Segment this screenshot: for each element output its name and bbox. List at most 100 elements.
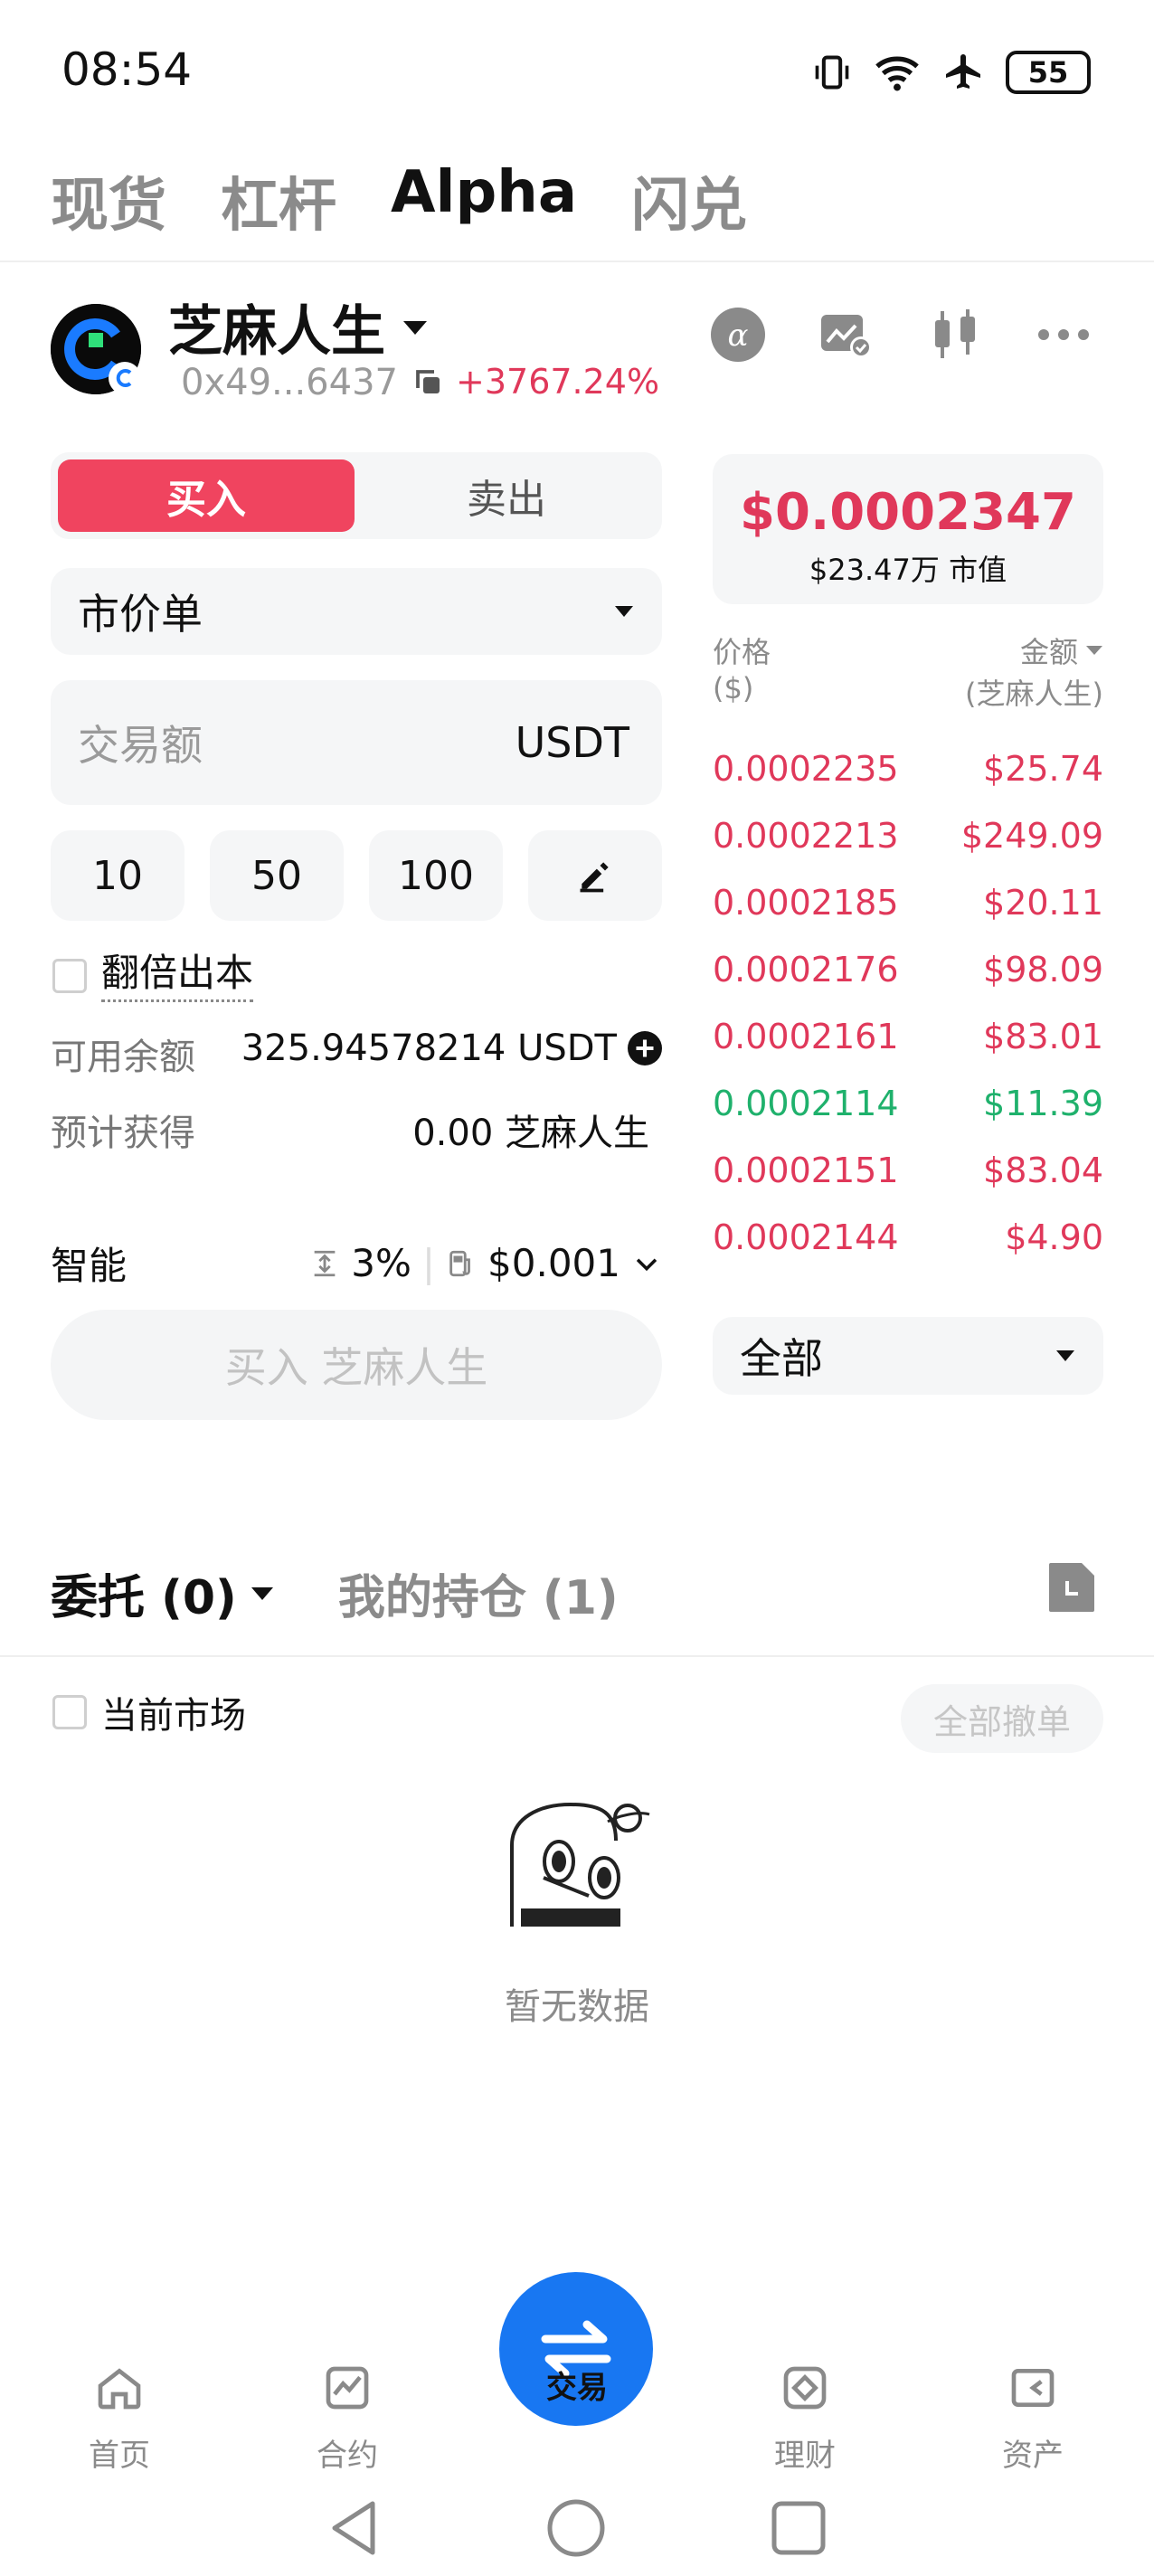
ob-amount: $83.01 xyxy=(983,1017,1103,1056)
ob-price: 0.0002213 xyxy=(713,816,899,856)
estimate-label: 预计获得 xyxy=(51,1113,195,1154)
caret-down-icon xyxy=(251,1586,273,1600)
ob-amount-title: 金额 xyxy=(1019,635,1078,669)
order-type-value: 市价单 xyxy=(78,590,203,639)
top-tabs: 现货 杠杆 Alpha 闪兑 xyxy=(51,159,747,242)
ob-price: 0.0002144 xyxy=(713,1217,899,1257)
ob-amount: $20.11 xyxy=(983,883,1103,923)
tab-margin[interactable]: 杠杆 xyxy=(221,159,336,242)
tab-convert[interactable]: 闪兑 xyxy=(631,159,747,242)
nav-assets[interactable]: 资产 xyxy=(970,2363,1096,2475)
nav-trade-label[interactable]: 交易 xyxy=(514,2363,640,2407)
sell-tab[interactable]: 卖出 xyxy=(358,459,655,532)
ob-amount-unit: (芝麻人生) xyxy=(965,677,1103,711)
current-market-checkbox[interactable] xyxy=(52,1695,87,1729)
orderbook-row[interactable]: 0.0002161 $83.01 xyxy=(713,1017,1103,1056)
alpha-icon[interactable]: α xyxy=(711,308,765,362)
ob-price: 0.0002235 xyxy=(713,749,899,789)
slippage-value: 3% xyxy=(351,1241,411,1285)
ob-amount-header[interactable]: 金额 (芝麻人生) xyxy=(965,630,1103,713)
smart-settings: 3% | $0.001 xyxy=(309,1241,662,1285)
available-label: 可用余额 xyxy=(51,1037,195,1078)
battery-icon: 55 xyxy=(1006,51,1091,94)
tab-orders[interactable]: 委托 (0) xyxy=(51,1559,275,1627)
orderbook-row[interactable]: 0.0002185 $20.11 xyxy=(713,883,1103,923)
tab-orders-label: 委托 (0) xyxy=(51,1571,237,1625)
ob-price-title: 价格 xyxy=(713,635,771,669)
caret-down-icon xyxy=(615,606,633,617)
double-principal-checkbox[interactable] xyxy=(52,959,87,993)
orderbook-row[interactable]: 0.0002114 $11.39 xyxy=(713,1084,1103,1123)
chevron-down-icon xyxy=(636,1257,657,1271)
orders-tabs: 委托 (0) 我的持仓 (1) xyxy=(51,1559,619,1627)
orderbook-row[interactable]: 0.0002176 $98.09 xyxy=(713,950,1103,990)
smart-settings-row[interactable]: 智能 3% | $0.001 xyxy=(51,1236,662,1291)
market-cap: $23.47万 市值 xyxy=(809,553,1007,587)
back-icon[interactable] xyxy=(327,2498,382,2558)
candlestick-icon[interactable] xyxy=(928,308,982,362)
quick-amount-50[interactable]: 50 xyxy=(210,830,344,921)
quick-amount-10[interactable]: 10 xyxy=(51,830,184,921)
system-nav-bar xyxy=(0,2493,1154,2565)
available-value: 325.94578214 USDT xyxy=(241,1028,617,1069)
cancel-all-button[interactable]: 全部撤单 xyxy=(901,1684,1103,1753)
wifi-icon xyxy=(875,56,919,91)
ob-amount: $83.04 xyxy=(983,1151,1103,1190)
wallet-icon xyxy=(1011,2369,1055,2407)
available-row: 325.94578214 USDT xyxy=(241,1028,662,1069)
amount-input[interactable]: 交易额 USDT xyxy=(51,680,662,805)
token-logo xyxy=(51,304,141,394)
empty-illustration-icon xyxy=(503,1791,657,1939)
futures-icon xyxy=(326,2366,369,2410)
token-name: 芝麻人生 xyxy=(168,300,385,364)
ob-amount: $4.90 xyxy=(1005,1217,1103,1257)
orderbook-row[interactable]: 0.0002151 $83.04 xyxy=(713,1151,1103,1190)
chart-icon[interactable] xyxy=(819,308,874,362)
buy-submit-button[interactable]: 买入 芝麻人生 xyxy=(51,1310,662,1420)
current-price: $0.0002347 xyxy=(740,483,1076,542)
smart-label: 智能 xyxy=(51,1244,128,1288)
copy-icon[interactable] xyxy=(412,366,445,399)
order-history-icon[interactable] xyxy=(1047,1561,1096,1617)
buy-tab[interactable]: 买入 xyxy=(58,459,355,532)
status-icons: 55 xyxy=(812,51,1091,94)
current-market-label: 当前市场 xyxy=(101,1695,246,1737)
orderbook-row[interactable]: 0.0002144 $4.90 xyxy=(713,1217,1103,1257)
order-type-select[interactable]: 市价单 xyxy=(51,568,662,655)
header-divider xyxy=(0,260,1154,262)
status-time: 08:54 xyxy=(61,43,193,96)
gas-icon xyxy=(449,1250,470,1276)
orderbook-row[interactable]: 0.0002213 $249.09 xyxy=(713,816,1103,856)
add-funds-icon[interactable] xyxy=(628,1031,662,1065)
ob-price-unit: ($) xyxy=(713,671,754,706)
tab-positions[interactable]: 我的持仓 (1) xyxy=(338,1559,619,1627)
recents-icon[interactable] xyxy=(771,2500,827,2556)
token-name-selector[interactable]: 芝麻人生 xyxy=(168,288,429,366)
amount-unit: USDT xyxy=(515,718,629,767)
ob-price: 0.0002161 xyxy=(713,1017,899,1056)
home-circle-icon[interactable] xyxy=(546,2498,606,2558)
vibrate-icon xyxy=(815,55,849,90)
airplane-icon xyxy=(946,54,980,89)
caret-down-icon xyxy=(403,320,427,335)
more-icon[interactable] xyxy=(1036,308,1091,362)
ob-amount: $249.09 xyxy=(960,816,1103,856)
svg-text:α: α xyxy=(728,317,749,354)
quick-amount-100[interactable]: 100 xyxy=(369,830,503,921)
orders-divider xyxy=(0,1655,1154,1657)
buy-sell-toggle: 买入 卖出 xyxy=(51,452,662,539)
orderbook-row[interactable]: 0.0002235 $25.74 xyxy=(713,749,1103,789)
nav-home[interactable]: 首页 xyxy=(56,2363,183,2475)
nav-earn[interactable]: 理财 xyxy=(742,2363,868,2475)
double-principal-label: 翻倍出本 xyxy=(101,942,254,1002)
ob-price: 0.0002185 xyxy=(713,883,899,923)
nav-futures[interactable]: 合约 xyxy=(284,2363,411,2475)
tab-alpha[interactable]: Alpha xyxy=(391,159,577,242)
edit-quick-amount-button[interactable] xyxy=(528,830,662,921)
token-address: 0x49...6437 xyxy=(181,362,398,403)
tab-spot[interactable]: 现货 xyxy=(51,159,166,242)
separator: | xyxy=(421,1241,436,1285)
ob-amount-title-row: 金额 xyxy=(965,630,1103,671)
slippage-icon xyxy=(314,1250,336,1276)
orderbook-filter-select[interactable]: 全部 xyxy=(713,1317,1103,1395)
